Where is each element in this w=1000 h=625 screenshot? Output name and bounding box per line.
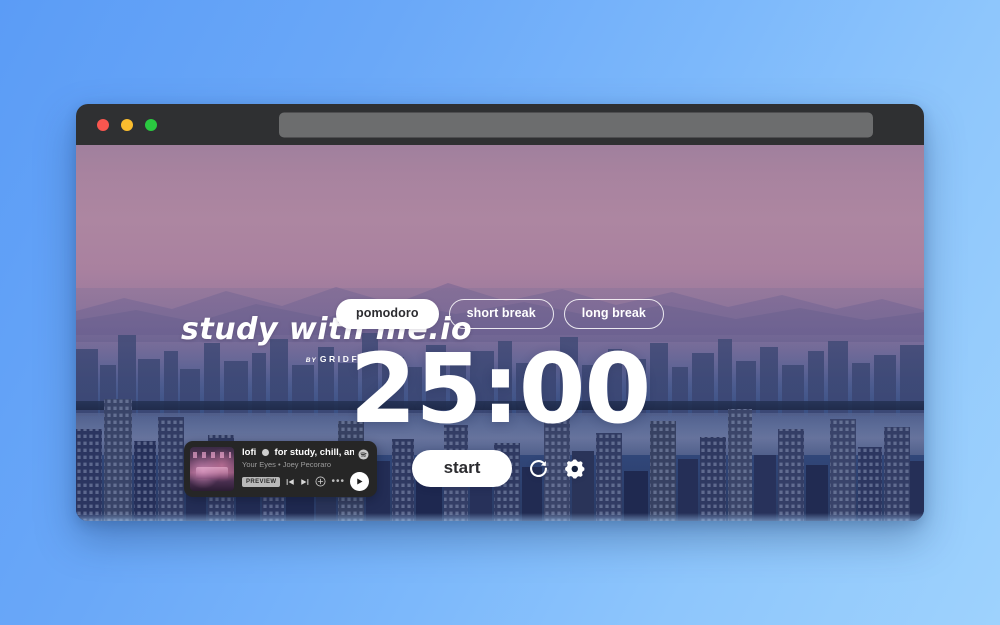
mode-tabs: pomodoro short break long break	[76, 299, 924, 329]
spotify-title-row: lofi for study, chill, and mo	[242, 447, 369, 460]
reset-button[interactable]	[526, 457, 550, 481]
play-button[interactable]	[350, 472, 369, 491]
add-to-playlist-icon[interactable]	[315, 476, 326, 487]
spotify-controls: PREVIEW •••	[242, 472, 369, 491]
address-bar[interactable]	[279, 112, 873, 137]
spotify-info: lofi for study, chill, and mo Your Eyes …	[234, 447, 371, 491]
tab-short-break[interactable]: short break	[448, 299, 554, 329]
browser-chrome	[76, 104, 924, 145]
previous-track-icon[interactable]	[285, 477, 295, 487]
minimize-window-button[interactable]	[121, 118, 133, 131]
playlist-title: lofi for study, chill, and mo	[242, 447, 354, 458]
next-track-icon[interactable]	[300, 477, 310, 487]
traffic-lights	[97, 118, 157, 131]
browser-window: study with me.io BY GRIDFITI pomodoro sho…	[76, 104, 924, 521]
close-window-button[interactable]	[97, 118, 109, 131]
spotify-logo-icon	[358, 447, 369, 460]
more-options-icon[interactable]: •••	[331, 476, 345, 487]
page-viewport: study with me.io BY GRIDFITI pomodoro sho…	[76, 145, 924, 521]
track-subtitle: Your Eyes • Joey Pecoraro	[242, 460, 332, 469]
preview-badge: PREVIEW	[242, 476, 281, 487]
tab-pomodoro[interactable]: pomodoro	[336, 299, 439, 329]
maximize-window-button[interactable]	[145, 118, 157, 131]
gear-icon	[565, 458, 587, 480]
tab-long-break[interactable]: long break	[563, 299, 664, 329]
reset-icon	[528, 458, 549, 479]
spotify-player-widget[interactable]: lofi for study, chill, and mo Your Eyes …	[184, 441, 377, 497]
album-artwork	[190, 447, 234, 491]
start-button[interactable]: start	[411, 450, 513, 487]
timer-display: 25:00	[349, 333, 652, 445]
play-icon	[355, 473, 364, 491]
settings-button[interactable]	[564, 457, 588, 481]
app-content: study with me.io BY GRIDFITI pomodoro sho…	[76, 145, 924, 521]
record-icon	[260, 448, 270, 457]
